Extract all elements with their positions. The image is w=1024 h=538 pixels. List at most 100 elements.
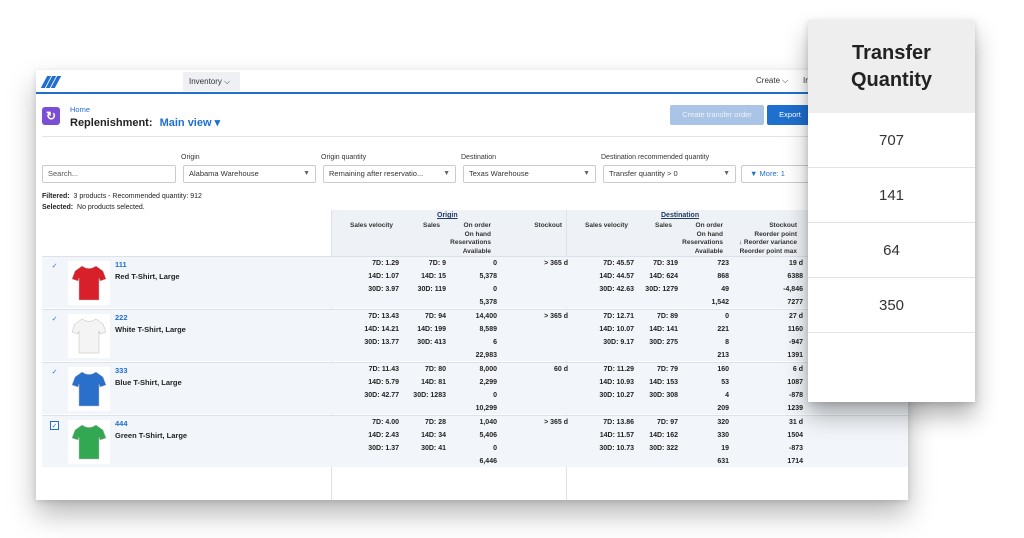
cell-reorder: -873 <box>788 445 803 452</box>
product-id-link[interactable]: 444 <box>115 419 128 428</box>
cell-sales-velocity: 7D: 1.29 <box>372 260 399 267</box>
cell-reorder: 1391 <box>787 352 803 359</box>
cell-stockout: > 365 d <box>544 260 568 267</box>
cell-dest-quantity: 53 <box>721 379 729 386</box>
row-checkbox[interactable]: ✓ <box>50 315 59 324</box>
brand-logo-icon[interactable] <box>40 76 62 88</box>
chevron-down-icon: ⌵ <box>782 76 789 85</box>
product-name: Blue T-Shirt, Large <box>115 378 182 387</box>
destination-qty-select[interactable]: Transfer quantity > 0 ▼ <box>603 165 736 183</box>
destination-value: Texas Warehouse <box>469 169 529 178</box>
cell-reorder: 6 d <box>792 366 803 373</box>
refresh-icon[interactable]: ↻ <box>42 107 60 125</box>
cell-dest-sales: 7D: 97 <box>656 419 678 426</box>
cell-sales: 14D: 81 <box>421 379 446 386</box>
table-row[interactable]: ✓ 222 White T-Shirt, Large 7D: 13.43 14D: 14… <box>42 309 908 361</box>
col-dest-quantity[interactable]: On order On hand Reservations Available <box>682 222 723 256</box>
cell-dest-quantity: 4 <box>725 392 729 399</box>
cell-sales-velocity: 30D: 3.97 <box>368 286 399 293</box>
product-id-link[interactable]: 111 <box>115 260 127 269</box>
cell-sales: 30D: 413 <box>417 339 446 346</box>
cell-stockout: > 365 d <box>544 313 568 320</box>
stage: Inventory ⌵ Create ⌵ In ↻ Home Replenish… <box>0 0 1024 538</box>
card-value: 64 <box>808 223 975 278</box>
cell-dest-quantity: 8 <box>725 339 729 346</box>
caret-down-icon: ▼ <box>443 170 450 177</box>
caret-down-icon: ▼ <box>583 170 590 177</box>
caret-down-icon: ▼ <box>303 170 310 177</box>
cell-origin-quantity: 14,400 <box>475 313 497 320</box>
cell-sales: 30D: 41 <box>421 445 446 452</box>
cell-reorder: 6388 <box>787 273 803 280</box>
row-checkbox[interactable]: ✓ <box>50 421 59 430</box>
h-on-hand: On hand <box>464 230 491 238</box>
cell-sales: 14D: 199 <box>417 326 446 333</box>
breadcrumb[interactable]: Home <box>70 105 90 114</box>
chevron-down-icon: ⌵ <box>224 77 231 86</box>
selected-summary: Selected: No products selected. <box>42 204 145 211</box>
cell-dest-sales-velocity: 7D: 45.57 <box>603 260 634 267</box>
cell-sales-velocity: 30D: 13.77 <box>364 339 399 346</box>
search-input[interactable]: Search... <box>42 165 176 183</box>
nav-tab-inventory[interactable]: Inventory ⌵ <box>183 72 240 91</box>
col-dest-sales[interactable]: Sales <box>655 222 672 231</box>
h-reservations: Reservations <box>682 239 723 246</box>
h-on-hand: On hand <box>696 230 723 238</box>
h-reorder-point-max: Reorder point max <box>739 247 797 255</box>
origin-quantity-select[interactable]: Remaining after reservatio... ▼ <box>323 165 456 183</box>
cell-origin-quantity: 2,299 <box>479 379 497 386</box>
col-stockout[interactable]: Stockout <box>534 222 562 231</box>
h-available: Available <box>462 247 491 255</box>
col-sales[interactable]: Sales <box>423 222 440 231</box>
cell-sales: 30D: 1283 <box>413 392 446 399</box>
destination-qty-label: Destination recommended quantity <box>601 154 710 161</box>
export-button[interactable]: Export <box>767 105 813 125</box>
cell-reorder: 1160 <box>787 326 803 333</box>
view-selector[interactable]: Main view ▾ <box>160 117 221 129</box>
product-thumbnail <box>68 314 110 358</box>
col-dest-sales-velocity[interactable]: Sales velocity <box>585 222 628 231</box>
caret-down-icon: ▼ <box>723 170 730 177</box>
cell-dest-quantity: 0 <box>725 313 729 320</box>
cell-sales: 7D: 80 <box>424 366 446 373</box>
row-checkbox[interactable]: ✓ <box>50 368 59 377</box>
origin-quantity-label: Origin quantity <box>321 154 367 161</box>
col-origin-quantity[interactable]: On order On hand Reservations Available <box>450 222 491 256</box>
cell-origin-quantity: 6 <box>493 339 497 346</box>
cell-origin-quantity: 8,589 <box>479 326 497 333</box>
card-value: 350 <box>808 278 975 333</box>
col-reorder[interactable]: Stockout Reorder point ↓ Reorder varianc… <box>739 222 797 256</box>
more-filters-button[interactable]: ▼ More: 1 <box>741 165 809 183</box>
cell-dest-quantity: 868 <box>717 273 729 280</box>
row-checkbox[interactable]: ✓ <box>50 262 59 271</box>
page-title-text: Replenishment: <box>70 117 153 129</box>
cell-dest-sales: 14D: 153 <box>649 379 678 386</box>
cell-dest-sales-velocity: 14D: 10.07 <box>599 326 634 333</box>
create-transfer-order-button[interactable]: Create transfer order <box>670 105 764 125</box>
table-row[interactable]: ✓ 111 Red T-Shirt, Large 7D: 1.29 14D: 1.07 3… <box>42 256 908 308</box>
origin-select[interactable]: Alabama Warehouse ▼ <box>183 165 316 183</box>
cell-reorder: -947 <box>788 339 803 346</box>
nav-create[interactable]: Create ⌵ <box>756 76 788 86</box>
cell-sales-velocity: 30D: 42.77 <box>364 392 399 399</box>
cell-dest-sales-velocity: 7D: 12.71 <box>603 313 634 320</box>
cell-dest-quantity: 19 <box>721 445 729 452</box>
destination-qty-value: Transfer quantity > 0 <box>609 169 678 178</box>
cell-origin-quantity: 5,378 <box>479 299 497 306</box>
product-thumbnail <box>68 261 110 305</box>
cell-dest-sales: 30D: 1279 <box>645 286 678 293</box>
h-available: Available <box>694 247 723 255</box>
table-row[interactable]: ✓ 444 Green T-Shirt, Large 7D: 4.00 14D: 2.4… <box>42 415 908 467</box>
table-row[interactable]: ✓ 333 Blue T-Shirt, Large 7D: 11.43 14D: 5.7… <box>42 362 908 414</box>
cell-origin-quantity: 5,406 <box>479 432 497 439</box>
selected-value: No products selected. <box>77 204 145 211</box>
origin-quantity-value: Remaining after reservatio... <box>329 169 424 178</box>
destination-select[interactable]: Texas Warehouse ▼ <box>463 165 596 183</box>
col-sales-velocity[interactable]: Sales velocity <box>350 222 393 231</box>
product-id-link[interactable]: 222 <box>115 313 128 322</box>
card-value: 707 <box>808 113 975 168</box>
cell-dest-quantity: 320 <box>717 419 729 426</box>
cell-reorder: -878 <box>788 392 803 399</box>
product-id-link[interactable]: 333 <box>115 366 128 375</box>
tshirt-icon <box>71 424 107 460</box>
